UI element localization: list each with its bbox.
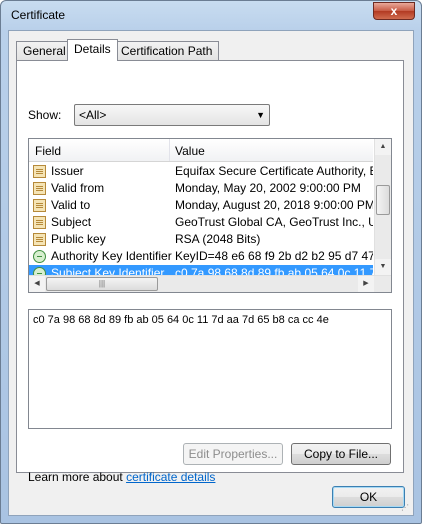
show-dropdown-value: <All> (79, 108, 107, 122)
show-dropdown[interactable]: <All> ▼ (74, 104, 270, 126)
column-divider[interactable] (169, 139, 170, 161)
resize-grip-icon[interactable]: ⋰ (401, 503, 411, 513)
certificate-field-icon (33, 182, 46, 195)
column-header-field[interactable]: Field (35, 144, 61, 158)
edit-properties-button[interactable]: Edit Properties... (183, 443, 283, 465)
certificate-field-icon (33, 216, 46, 229)
certificate-field-icon (33, 199, 46, 212)
tab-certification-path[interactable]: Certification Path (114, 41, 220, 60)
list-rows: Issuer Equifax Secure Certificate Author… (29, 163, 373, 275)
row-field: Valid to (51, 198, 91, 212)
close-icon: x (390, 4, 398, 18)
row-field: Public key (51, 232, 106, 246)
list-row-authority-key-identifier[interactable]: Authority Key Identifier KeyID=48 e6 68 … (29, 248, 373, 265)
list-row-issuer[interactable]: Issuer Equifax Secure Certificate Author… (29, 163, 373, 180)
tab-details[interactable]: Details (67, 39, 118, 61)
learn-more-text: Learn more about certificate details (28, 470, 215, 484)
row-value: Monday, May 20, 2002 9:00:00 PM (175, 181, 361, 195)
row-value: Monday, August 20, 2018 9:00:00 PM (175, 198, 373, 212)
horizontal-scroll-thumb[interactable]: ||| (46, 277, 158, 291)
field-value-box[interactable]: c0 7a 98 68 8d 89 fb ab 05 64 0c 11 7d a… (28, 309, 392, 429)
list-header: Field Value (29, 139, 373, 162)
column-header-value[interactable]: Value (175, 144, 205, 158)
ok-button[interactable]: OK (332, 486, 405, 508)
close-button[interactable]: x (373, 2, 415, 20)
details-panel: Show: <All> ▼ Field Value Issuer Equifax… (16, 60, 404, 484)
list-row-valid-from[interactable]: Valid from Monday, May 20, 2002 9:00:00 … (29, 180, 373, 197)
extension-icon (33, 267, 46, 275)
copy-to-file-button[interactable]: Copy to File... (291, 443, 391, 465)
scroll-down-icon[interactable]: ▼ (375, 259, 391, 275)
row-field: Valid from (51, 181, 105, 195)
list-row-valid-to[interactable]: Valid to Monday, August 20, 2018 9:00:00… (29, 197, 373, 214)
row-value: Equifax Secure Certificate Authority, Eq… (175, 164, 373, 178)
scroll-left-icon[interactable]: ◀ (29, 276, 45, 292)
list-row-public-key[interactable]: Public key RSA (2048 Bits) (29, 231, 373, 248)
window-title: Certificate (11, 8, 66, 22)
scroll-up-icon[interactable]: ▲ (375, 139, 391, 155)
row-value: RSA (2048 Bits) (175, 232, 261, 246)
row-value: GeoTrust Global CA, GeoTrust Inc., US (175, 215, 373, 229)
row-field: Authority Key Identifier (51, 249, 172, 263)
row-field: Subject Key Identifier (51, 266, 165, 275)
chevron-down-icon: ▼ (256, 110, 265, 120)
row-field: Issuer (51, 164, 84, 178)
certificate-field-icon (33, 165, 46, 178)
vertical-scroll-thumb[interactable] (376, 185, 390, 215)
certificate-details-link[interactable]: certificate details (126, 470, 215, 484)
scroll-right-icon[interactable]: ▶ (358, 276, 374, 292)
dialog-body: General Details Certification Path Show:… (8, 30, 414, 516)
certificate-dialog: Certificate x General Details Certificat… (0, 0, 422, 524)
list-row-subject[interactable]: Subject GeoTrust Global CA, GeoTrust Inc… (29, 214, 373, 231)
extension-icon (33, 250, 46, 263)
row-value: KeyID=48 e6 68 f9 2b d2 b2 95 d7 47 d8 (175, 249, 373, 263)
row-field: Subject (51, 215, 92, 229)
list-row-subject-key-identifier[interactable]: Subject Key Identifier c0 7a 98 68 8d 89… (29, 265, 373, 275)
vertical-scrollbar[interactable]: ▲ ▼ (374, 139, 391, 275)
certificate-field-icon (33, 233, 46, 246)
tab-general[interactable]: General (16, 41, 73, 60)
fields-list[interactable]: Field Value Issuer Equifax Secure Certif… (28, 138, 392, 293)
title-bar[interactable]: Certificate x (1, 1, 421, 29)
row-value: c0 7a 98 68 8d 89 fb ab 05 64 0c 11 7d a (175, 266, 373, 275)
show-label: Show: (28, 108, 62, 122)
learn-more-prefix: Learn more about (28, 470, 127, 484)
horizontal-scrollbar[interactable]: ◀ ||| ▶ (29, 275, 391, 292)
